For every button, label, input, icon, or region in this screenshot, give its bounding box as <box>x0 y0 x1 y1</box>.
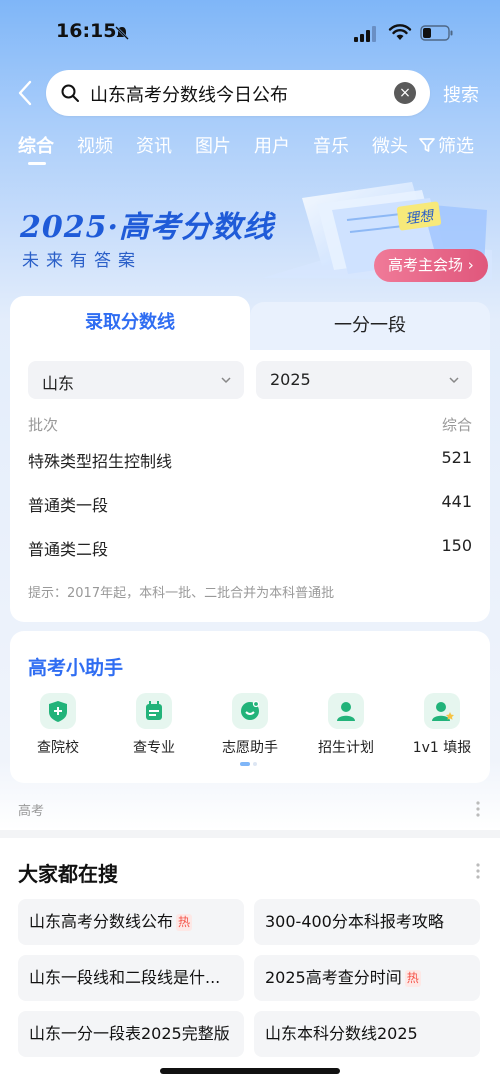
tab-images[interactable]: 图片 <box>195 132 231 158</box>
batch-column-header: 批次 <box>28 416 59 434</box>
search-icon <box>61 84 79 102</box>
main-venue-button[interactable]: 高考主会场 › <box>374 249 488 282</box>
hot-search-title: 大家都在搜 <box>18 862 118 886</box>
hot-search-item[interactable]: 山东本科分数线2025 <box>254 1011 480 1057</box>
table-row-value: 150 <box>441 536 472 555</box>
hot-search-text: 山东一段线和二段线是什... <box>29 968 221 987</box>
battery-icon <box>420 25 453 41</box>
college-shield-icon <box>40 693 76 729</box>
chat-bubble-icon <box>232 693 268 729</box>
home-indicator[interactable] <box>160 1068 340 1074</box>
hot-search-item[interactable]: 山东高考分数线公布热 <box>18 899 244 945</box>
hot-search-text: 山东一分一段表2025完整版 <box>29 1024 230 1043</box>
tool-1v1-filing[interactable]: 1v1 填报 <box>402 693 482 757</box>
person-star-icon <box>424 693 460 729</box>
year-select[interactable]: 2025 <box>256 361 472 399</box>
province-value: 山东 <box>42 374 75 393</box>
more-options-icon[interactable] <box>475 862 481 880</box>
table-row-value: 441 <box>441 492 472 511</box>
score-card: 一分一段 录取分数线 山东 2025 批次 综合 特殊类型招生控制线 521 普… <box>10 296 490 622</box>
score-tab-bar: 一分一段 录取分数线 <box>10 296 490 350</box>
clear-icon[interactable]: × <box>394 82 416 104</box>
tool-label: 查专业 <box>133 740 175 756</box>
hot-search-item[interactable]: 山东一段线和二段线是什... <box>18 955 244 1001</box>
wifi-icon <box>388 24 412 40</box>
search-query[interactable]: 山东高考分数线今日公布 <box>90 81 288 107</box>
tool-application-helper[interactable]: 志愿助手 <box>210 693 290 757</box>
tool-label: 1v1 填报 <box>412 740 472 756</box>
status-time: 16:15 <box>56 20 117 42</box>
hot-search-item[interactable]: 300-400分本科报考攻略 <box>254 899 480 945</box>
score-card-body: 山东 2025 批次 综合 特殊类型招生控制线 521 普通类一段 441 普通… <box>10 350 490 622</box>
tool-enrollment-plan[interactable]: 招生计划 <box>306 693 386 757</box>
tab-comprehensive[interactable]: 综合 <box>18 132 54 158</box>
table-row-value: 521 <box>441 448 472 467</box>
chevron-down-icon <box>221 377 231 384</box>
gaokao-assistant-card: 高考小助手 查院校 查专业 志愿助手 招生计划 1v1 填报 <box>10 631 490 783</box>
tool-search-colleges[interactable]: 查院校 <box>18 693 98 757</box>
tab-weitou[interactable]: 微头 <box>372 132 408 158</box>
category-tabs: 综合 视频 资讯 图片 用户 音乐 微头 筛选 <box>0 132 500 168</box>
table-row-name: 特殊类型招生控制线 <box>28 452 173 471</box>
page-indicator <box>240 762 257 766</box>
tool-search-majors[interactable]: 查专业 <box>114 693 194 757</box>
hot-search-text: 300-400分本科报考攻略 <box>265 912 444 931</box>
tab-admission-lines[interactable]: 录取分数线 <box>10 296 250 350</box>
filter-label: 筛选 <box>438 136 474 157</box>
gaokao-banner[interactable]: 2025·高考分数线 未来有答案 理想 高考主会场 › <box>0 180 500 290</box>
tool-label: 招生计划 <box>318 740 374 756</box>
score-tip: 提示：2017年起，本科一批、二批合并为本科普通批 <box>28 586 335 601</box>
back-arrow-icon[interactable] <box>14 78 38 108</box>
assistant-title: 高考小助手 <box>28 657 124 679</box>
filter-button[interactable]: 筛选 <box>418 132 474 158</box>
tab-users[interactable]: 用户 <box>254 132 290 158</box>
year-value: 2025 <box>270 370 311 389</box>
tab-score-segment[interactable]: 一分一段 <box>250 302 490 350</box>
tab-news[interactable]: 资讯 <box>136 132 172 158</box>
score-column-header: 综合 <box>441 416 472 434</box>
province-select[interactable]: 山东 <box>28 361 244 399</box>
search-button[interactable]: 搜索 <box>443 81 479 107</box>
person-icon <box>328 693 364 729</box>
tab-video[interactable]: 视频 <box>77 132 113 158</box>
hot-search-text: 2025高考查分时间 <box>265 968 402 987</box>
hot-search-item[interactable]: 2025高考查分时间热 <box>254 955 480 1001</box>
table-row-name: 普通类二段 <box>28 540 109 559</box>
status-bar: 16:15 <box>0 0 500 64</box>
hot-badge: 热 <box>176 914 193 931</box>
search-input[interactable]: 山东高考分数线今日公布 × <box>46 70 430 116</box>
hot-search-text: 山东高考分数线公布 <box>29 912 174 931</box>
section-source-label: 高考 <box>18 804 45 819</box>
section-divider <box>0 830 500 838</box>
more-options-icon[interactable] <box>475 800 481 818</box>
hot-search-item[interactable]: 山东一分一段表2025完整版 <box>18 1011 244 1057</box>
hot-search-text: 山东本科分数线2025 <box>265 1024 418 1043</box>
tab-music[interactable]: 音乐 <box>313 132 349 158</box>
cellular-signal-icon <box>354 26 376 42</box>
search-bar-row: 山东高考分数线今日公布 × 搜索 <box>0 70 500 116</box>
mute-bell-icon <box>115 26 129 40</box>
filter-icon <box>419 138 435 152</box>
tool-label: 志愿助手 <box>222 740 278 756</box>
chevron-down-icon <box>449 377 459 384</box>
table-row-name: 普通类一段 <box>28 496 109 515</box>
active-tab-indicator <box>28 162 46 165</box>
banner-title: 2025·高考分数线 <box>20 210 274 245</box>
calendar-icon <box>136 693 172 729</box>
banner-subtitle: 未来有答案 <box>22 251 142 271</box>
hot-badge: 热 <box>404 970 421 987</box>
tool-label: 查院校 <box>37 740 79 756</box>
